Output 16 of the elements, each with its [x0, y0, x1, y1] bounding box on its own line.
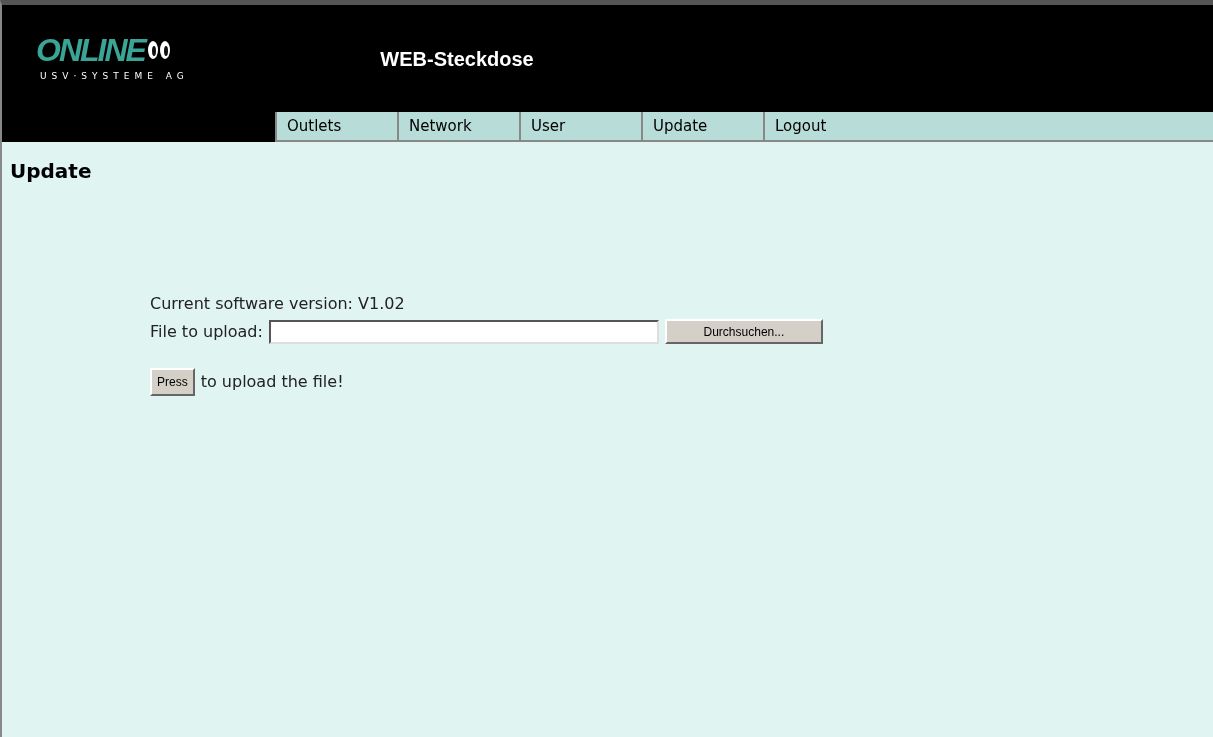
- logo-tagline: USV·SYSTEME AG: [40, 69, 189, 83]
- page-heading: Update: [10, 158, 93, 185]
- version-text: Current software version: V1.02: [150, 293, 406, 315]
- nav-tab[interactable]: Logout: [763, 112, 885, 140]
- upload-hint-text: to upload the file!: [200, 371, 344, 393]
- nav-tab[interactable]: Network: [397, 112, 519, 140]
- file-label: File to upload:: [150, 320, 263, 343]
- nav-tab[interactable]: User: [519, 112, 641, 140]
- nav-tab[interactable]: Outlets: [275, 112, 397, 140]
- press-button[interactable]: Press: [150, 368, 195, 396]
- nav-tab[interactable]: Update: [641, 112, 763, 140]
- logo-wordmark: ONLINE: [36, 33, 145, 66]
- file-input-field[interactable]: [268, 319, 659, 344]
- browse-button[interactable]: Durchsuchen...: [664, 319, 823, 344]
- eyes-icon: [146, 39, 171, 60]
- app-title: WEB-Steckdose: [380, 46, 534, 72]
